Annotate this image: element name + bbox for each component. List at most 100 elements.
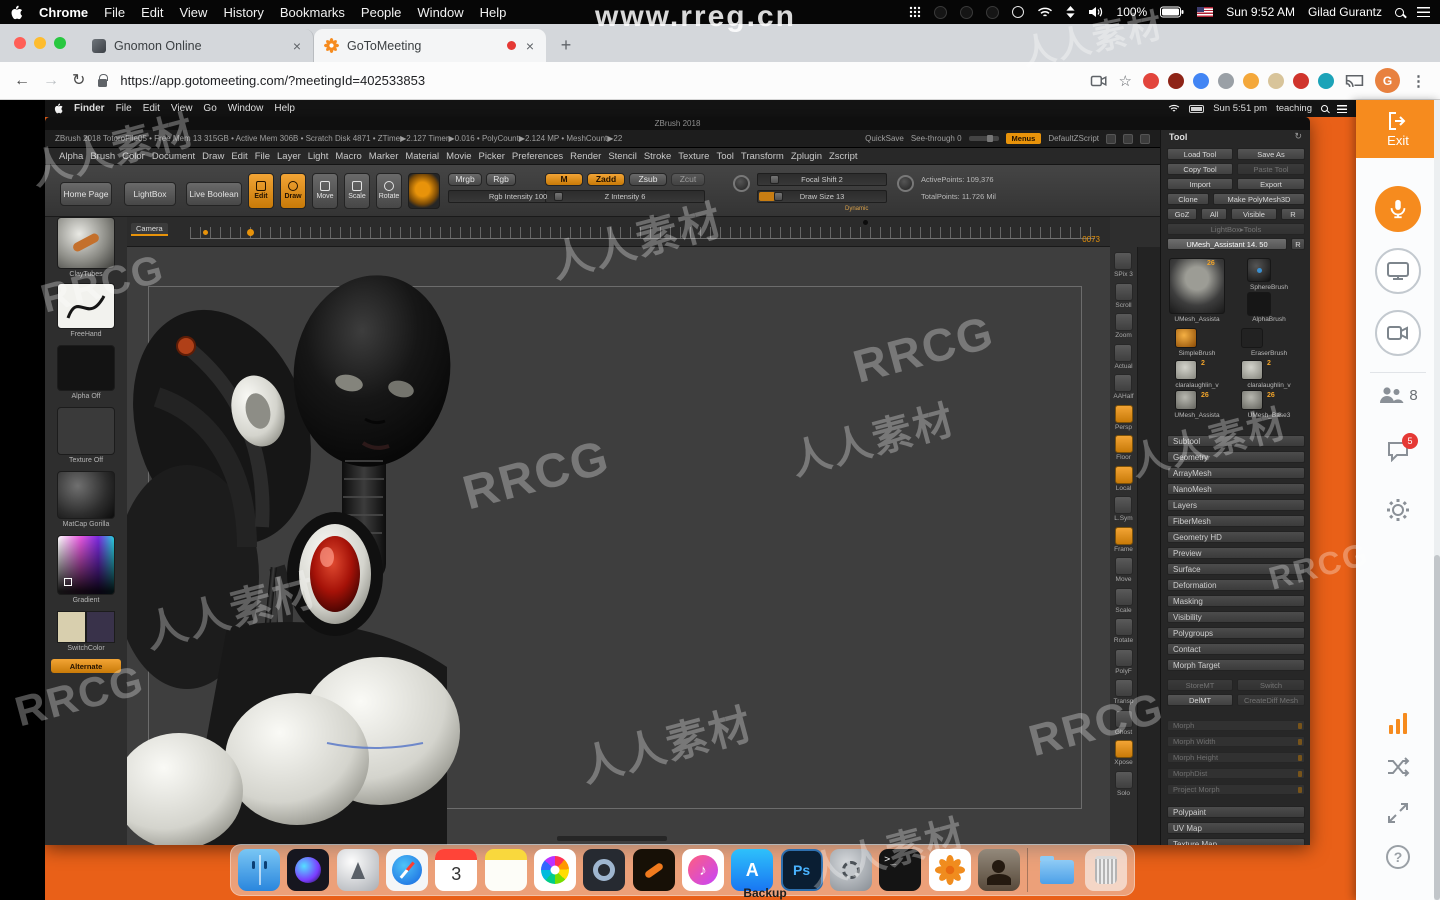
zbrush-menu-item[interactable]: Zscript xyxy=(829,151,858,162)
right-shelf-button[interactable]: Xpose xyxy=(1114,740,1133,766)
remote-app-name[interactable]: Finder xyxy=(74,103,105,114)
settings-button[interactable] xyxy=(1356,498,1440,522)
zbrush-menu-item[interactable]: Macro xyxy=(335,151,361,162)
subpalette-header[interactable]: Geometry xyxy=(1167,451,1305,463)
remote-menu-item[interactable]: Help xyxy=(274,103,295,114)
notification-center-icon[interactable] xyxy=(1417,7,1430,17)
right-shelf-button[interactable]: Rotate xyxy=(1114,618,1133,644)
make-polymesh3d-button[interactable]: Make PolyMesh3D xyxy=(1213,193,1305,205)
subpalette-header[interactable]: Texture Map xyxy=(1167,838,1305,845)
dock-icon-folder[interactable] xyxy=(1036,849,1078,891)
dock-icon-character-app[interactable] xyxy=(632,849,675,891)
slider-knob[interactable] xyxy=(554,192,563,201)
status-app-icon[interactable] xyxy=(933,5,947,19)
switch-presenter-button[interactable] xyxy=(1356,757,1440,777)
stroke-selector[interactable] xyxy=(57,283,115,329)
spotlight-search-icon[interactable] xyxy=(1395,7,1404,17)
zbrush-menu-item[interactable]: Marker xyxy=(369,151,399,162)
dynamic-label[interactable]: Dynamic xyxy=(845,206,868,212)
page-scrollbar[interactable] xyxy=(1434,100,1440,900)
creatediff-mesh-button[interactable]: CreateDiff Mesh xyxy=(1237,694,1305,706)
zadd-button[interactable]: Zadd xyxy=(587,173,625,186)
dock-icon-itunes[interactable]: ♪ xyxy=(681,849,724,891)
right-shelf-button[interactable]: Scroll xyxy=(1114,282,1133,309)
extension-icon[interactable] xyxy=(1318,72,1334,89)
remote-menu-item[interactable]: Go xyxy=(203,103,216,114)
morph-slider[interactable]: Morph Width xyxy=(1167,736,1305,747)
dock-icon-finder[interactable] xyxy=(238,849,280,891)
dock-icon-siri[interactable] xyxy=(287,849,330,891)
menubar-username[interactable]: Gilad Gurantz xyxy=(1308,5,1382,19)
eraserbrush-thumbnail[interactable] xyxy=(1241,328,1263,348)
battery-icon[interactable] xyxy=(1160,6,1184,18)
claralaughlin-thumbnail[interactable] xyxy=(1175,360,1197,380)
subpalette-header[interactable]: Visibility xyxy=(1167,611,1305,623)
subpalette-header[interactable]: Deformation xyxy=(1167,579,1305,591)
dock-icon-notes[interactable] xyxy=(484,849,527,891)
color-picker[interactable] xyxy=(57,535,115,595)
timeline-keyframe-marker[interactable] xyxy=(203,230,208,235)
menubar-clock[interactable]: Sun 9:52 AM xyxy=(1226,5,1295,19)
zbrush-menu-item[interactable]: Brush xyxy=(90,151,115,162)
menubar-menu-item[interactable]: View xyxy=(179,5,207,20)
dock-icon-calendar[interactable]: 3 xyxy=(435,849,478,891)
zbrush-menu-item[interactable]: Texture xyxy=(678,151,709,162)
participants-button[interactable]: 8 xyxy=(1356,384,1440,406)
zbrush-menu-item[interactable]: Render xyxy=(570,151,601,162)
spherebrush-thumbnail[interactable] xyxy=(1247,258,1271,282)
zbrush-menu-item[interactable]: Tool xyxy=(716,151,733,162)
menubar-menu-item[interactable]: History xyxy=(223,5,263,20)
home-page-button[interactable]: Home Page xyxy=(60,182,112,206)
subpalette-header[interactable]: FiberMesh xyxy=(1167,515,1305,527)
live-boolean-button[interactable]: Live Boolean xyxy=(186,182,242,206)
lightbox-button[interactable]: LightBox xyxy=(124,182,176,206)
focal-ring-icon[interactable] xyxy=(733,175,750,192)
grid-icon[interactable] xyxy=(909,6,921,18)
status-app-icon[interactable] xyxy=(959,5,973,19)
morph-slider[interactable]: Morph xyxy=(1167,720,1305,731)
move-mode-button[interactable]: Move xyxy=(312,173,338,209)
draw-mode-button[interactable]: Draw xyxy=(280,173,306,209)
zbrush-menu-item[interactable]: Preferences xyxy=(512,151,563,162)
zscript-icon[interactable] xyxy=(1140,133,1150,144)
cast-icon[interactable] xyxy=(1345,73,1364,88)
goz-r-button[interactable]: R xyxy=(1281,208,1305,220)
zbrush-menu-item[interactable]: Stroke xyxy=(644,151,671,162)
sync-icon[interactable] xyxy=(1011,6,1024,18)
right-shelf-button[interactable]: Ghost xyxy=(1114,709,1133,736)
subpalette-header[interactable]: Contact xyxy=(1167,643,1305,655)
slider-knob[interactable] xyxy=(774,192,783,201)
switch-button[interactable]: Switch xyxy=(1237,679,1305,691)
right-shelf-button[interactable]: Move xyxy=(1114,557,1133,583)
right-shelf-button[interactable]: Floor xyxy=(1114,435,1133,461)
extension-icon[interactable] xyxy=(1143,72,1159,89)
zbrush-menu-item[interactable]: Color xyxy=(122,151,145,162)
menubar-menu-item[interactable]: People xyxy=(361,5,401,20)
draw-size-slider[interactable]: Draw Size 13 xyxy=(757,190,887,203)
zoom-window-button[interactable] xyxy=(54,37,66,49)
clone-button[interactable]: Clone xyxy=(1167,193,1209,205)
m-button[interactable]: M xyxy=(545,173,583,186)
remote-menu-item[interactable]: View xyxy=(171,103,193,114)
subpalette-header[interactable]: Polypaint xyxy=(1167,806,1305,818)
claralaughlin-thumbnail[interactable] xyxy=(1241,360,1263,380)
timeline-ruler[interactable] xyxy=(190,227,1095,239)
storemt-button[interactable]: StoreMT xyxy=(1167,679,1233,691)
subpalette-header[interactable]: ArrayMesh xyxy=(1167,467,1305,479)
zbrush-menu-item[interactable]: Light xyxy=(308,151,329,162)
zbrush-menu-item[interactable]: Document xyxy=(152,151,195,162)
export-button[interactable]: Export xyxy=(1237,178,1305,190)
zbrush-menu-item[interactable]: Alpha xyxy=(59,151,83,162)
morph-slider[interactable]: Project Morph xyxy=(1167,784,1305,795)
goz-button[interactable]: GoZ xyxy=(1167,208,1197,220)
scale-mode-button[interactable]: Scale xyxy=(344,173,370,209)
mrgb-button[interactable]: Mrgb xyxy=(448,173,482,186)
copy-tool-button[interactable]: Copy Tool xyxy=(1167,163,1233,175)
dock-icon-zbrush-sculpt[interactable] xyxy=(977,849,1020,891)
dock-icon-terminal[interactable]: >_ xyxy=(879,849,922,891)
extension-icon[interactable] xyxy=(1193,72,1209,89)
load-tool-button[interactable]: Load Tool xyxy=(1167,148,1233,160)
zbrush-menu-item[interactable]: Material xyxy=(405,151,439,162)
remote-menu-item[interactable]: Window xyxy=(228,103,264,114)
zbrush-menu-item[interactable]: Edit xyxy=(231,151,247,162)
